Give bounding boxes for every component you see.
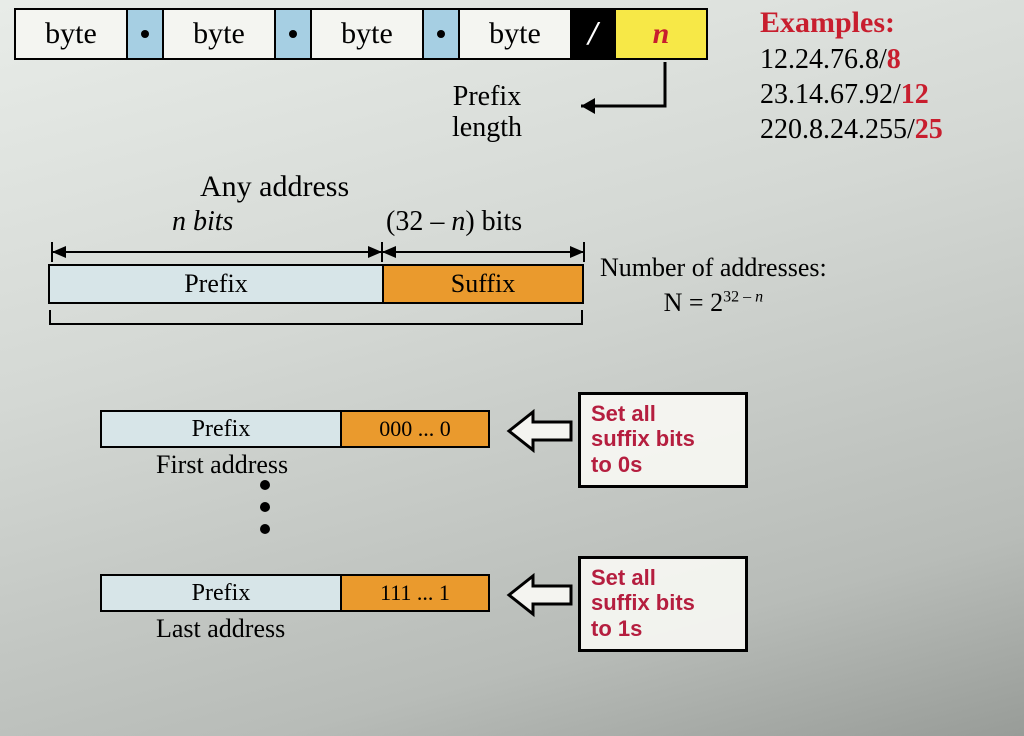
byte-cell-2: byte xyxy=(164,10,276,58)
address-structure-bar: Prefix Suffix xyxy=(48,264,584,304)
num-addresses-formula: N = 232 – n xyxy=(600,285,827,320)
callout-last-l1: Set all xyxy=(591,565,735,590)
callout-first: Set all suffix bits to 0s xyxy=(578,392,748,488)
prefix-n-cell: n xyxy=(616,10,706,58)
byte-cell-4: byte xyxy=(460,10,572,58)
dot-sep-1 xyxy=(128,10,164,58)
first-address-label: First address xyxy=(156,450,288,480)
first-address-bar: Prefix 000 ... 0 xyxy=(100,410,490,448)
slash-cell: / xyxy=(572,10,616,58)
dot-sep-3 xyxy=(424,10,460,58)
callout-first-l2: suffix bits xyxy=(591,426,735,451)
dot-icon xyxy=(141,30,149,38)
underbrace-icon xyxy=(48,308,584,338)
suffix-block: Suffix xyxy=(384,266,582,302)
dimension-arrows-icon xyxy=(48,240,588,264)
prefix-length-label: Prefix length xyxy=(452,82,522,144)
example-suffix: 25 xyxy=(915,114,943,145)
last-address-label: Last address xyxy=(156,614,285,644)
callout-first-l3: to 0s xyxy=(591,452,735,477)
vertical-ellipsis-icon xyxy=(260,480,270,534)
cidr-notation-bar: byte byte byte byte / n xyxy=(14,8,708,60)
callout-last-l2: suffix bits xyxy=(591,590,735,615)
example-row-1: 12.24.76.8/8 xyxy=(760,42,943,77)
prefix-length-arrow-icon xyxy=(555,56,675,126)
last-suffix-block: 111 ... 1 xyxy=(342,576,488,610)
prefix-block: Prefix xyxy=(50,266,384,302)
example-ip: 23.14.67.92/ xyxy=(760,79,901,110)
num-addresses-line1: Number of addresses: xyxy=(600,250,827,285)
thirty-two-minus-n-bits-label: (32 – n) bits xyxy=(386,206,522,238)
example-suffix: 8 xyxy=(887,44,901,75)
example-ip: 12.24.76.8/ xyxy=(760,44,887,75)
any-address-label: Any address xyxy=(200,170,349,204)
first-prefix-block: Prefix xyxy=(102,412,342,446)
dot-sep-2 xyxy=(276,10,312,58)
last-address-bar: Prefix 111 ... 1 xyxy=(100,574,490,612)
diagram-root: byte byte byte byte / n Prefix length Ex… xyxy=(0,0,1024,736)
example-row-2: 23.14.67.92/12 xyxy=(760,77,943,112)
last-prefix-block: Prefix xyxy=(102,576,342,610)
prefix-length-line2: length xyxy=(452,113,522,144)
callout-arrow-first-icon xyxy=(505,404,575,458)
number-of-addresses: Number of addresses: N = 232 – n xyxy=(600,250,827,320)
n-bits-label: n bits xyxy=(172,206,233,238)
prefix-length-line1: Prefix xyxy=(452,82,522,113)
examples-heading: Examples: xyxy=(760,4,943,42)
example-suffix: 12 xyxy=(901,79,929,110)
first-suffix-block: 000 ... 0 xyxy=(342,412,488,446)
byte-cell-3: byte xyxy=(312,10,424,58)
callout-last: Set all suffix bits to 1s xyxy=(578,556,748,652)
callout-last-l3: to 1s xyxy=(591,616,735,641)
example-ip: 220.8.24.255/ xyxy=(760,114,915,145)
callout-first-l1: Set all xyxy=(591,401,735,426)
callout-arrow-last-icon xyxy=(505,568,575,622)
example-row-3: 220.8.24.255/25 xyxy=(760,112,943,147)
dot-icon xyxy=(437,30,445,38)
dot-icon xyxy=(289,30,297,38)
byte-cell-1: byte xyxy=(16,10,128,58)
examples-block: Examples: 12.24.76.8/8 23.14.67.92/12 22… xyxy=(760,4,943,147)
